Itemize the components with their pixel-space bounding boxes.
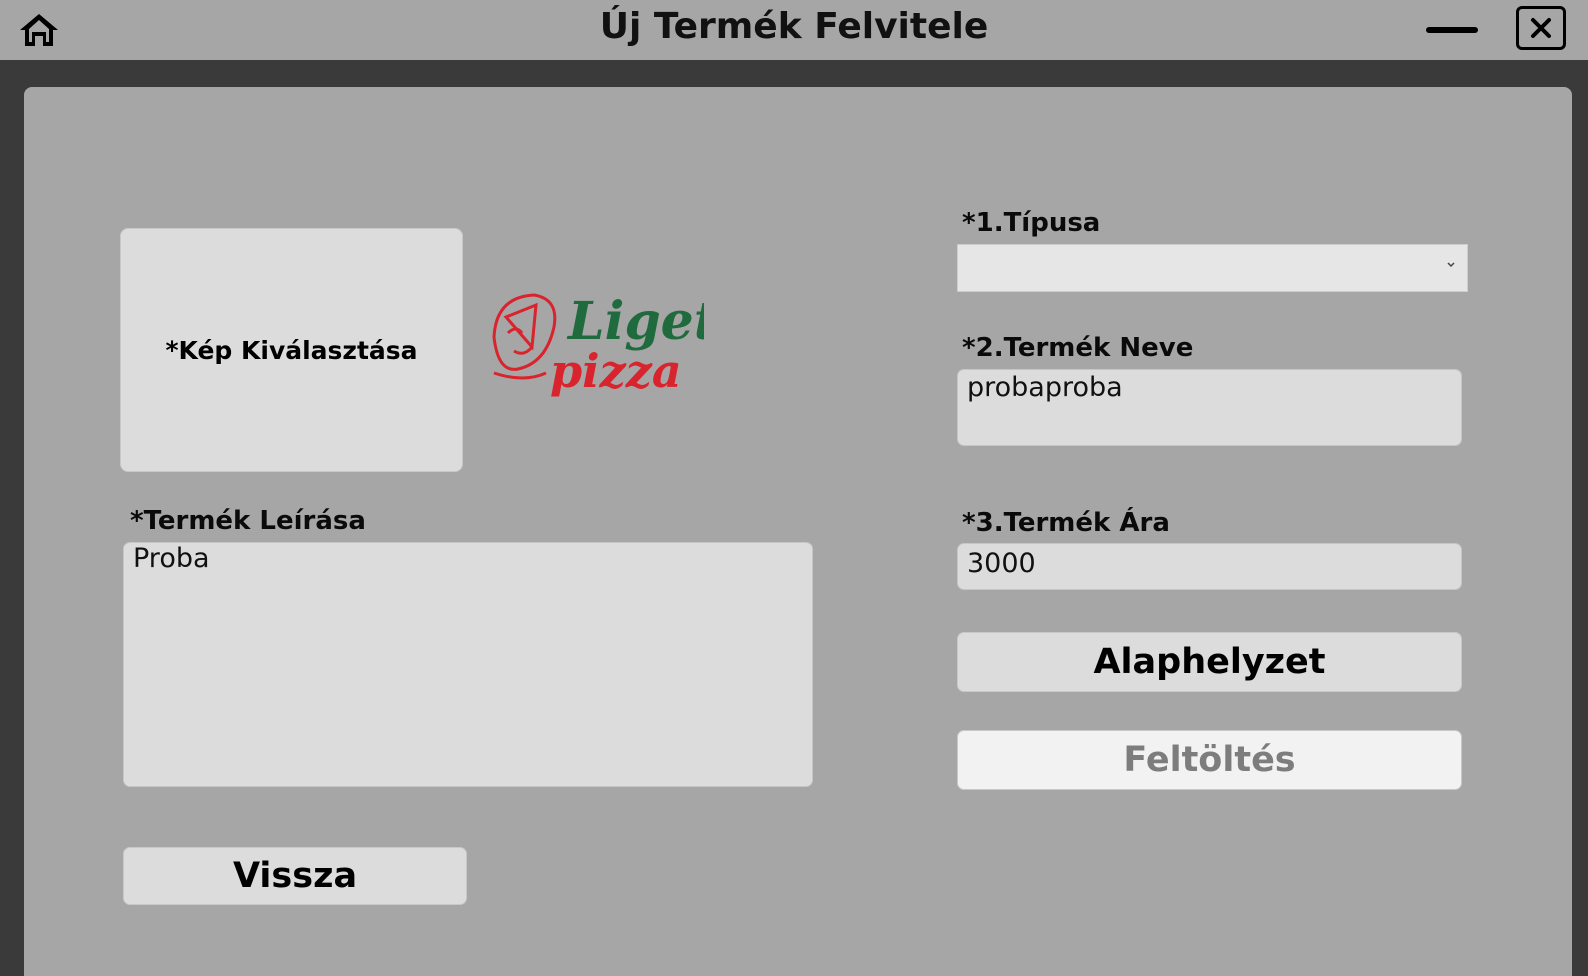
form-panel: *Kép Kiválasztása Liget pizza *Termék Le… xyxy=(24,87,1572,976)
description-value: Proba xyxy=(133,543,210,574)
chevron-down-icon xyxy=(1447,262,1455,268)
upload-button[interactable]: Feltöltés xyxy=(957,730,1462,790)
title-bar: Új Termék Felvitele xyxy=(0,0,1588,60)
back-label: Vissza xyxy=(232,856,358,896)
name-value: probaproba xyxy=(967,372,1123,403)
upload-label: Feltöltés xyxy=(1123,740,1296,780)
minimize-button[interactable] xyxy=(1424,20,1480,40)
name-label: *2.Termék Neve xyxy=(962,333,1194,363)
svg-text:Liget: Liget xyxy=(566,291,704,352)
image-picker-button[interactable]: *Kép Kiválasztása xyxy=(120,228,463,472)
close-icon xyxy=(1531,18,1551,38)
window-title: Új Termék Felvitele xyxy=(599,6,989,47)
description-label: *Termék Leírása xyxy=(130,506,366,536)
price-input[interactable]: 3000 xyxy=(957,543,1462,590)
description-textarea[interactable]: Proba xyxy=(123,542,813,787)
reset-button[interactable]: Alaphelyzet xyxy=(957,632,1462,692)
svg-text:pizza: pizza xyxy=(550,344,682,398)
back-button[interactable]: Vissza xyxy=(123,847,467,905)
image-picker-label: *Kép Kiválasztása xyxy=(165,335,418,365)
name-input[interactable]: probaproba xyxy=(957,369,1462,446)
type-label: *1.Típusa xyxy=(962,208,1101,238)
reset-label: Alaphelyzet xyxy=(1093,642,1326,682)
price-label: *3.Termék Ára xyxy=(962,508,1170,538)
liget-pizza-logo: Liget pizza xyxy=(484,277,718,407)
minimize-icon xyxy=(1426,27,1478,33)
price-value: 3000 xyxy=(967,548,1036,579)
type-select[interactable] xyxy=(957,244,1468,292)
close-button[interactable] xyxy=(1516,6,1566,50)
